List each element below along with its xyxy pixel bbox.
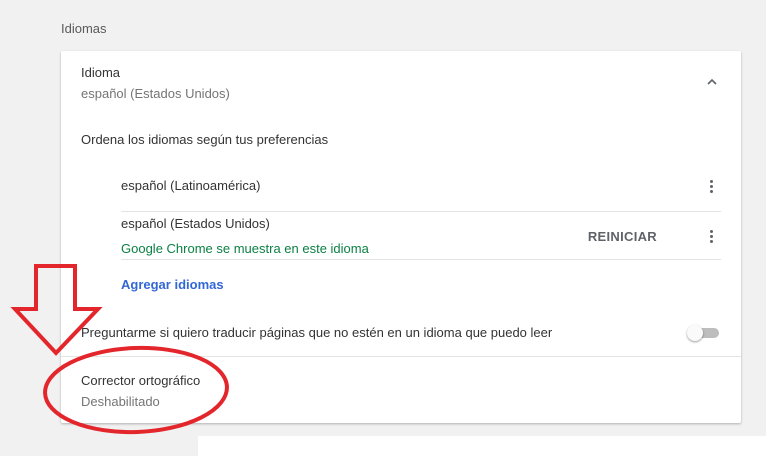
- page-background-strip: [198, 436, 766, 456]
- spellcheck-status: Deshabilitado: [81, 394, 160, 409]
- more-options-button[interactable]: [701, 176, 721, 196]
- language-name: español (Latinoamérica): [121, 178, 261, 193]
- languages-card: Idioma español (Estados Unidos) Ordena l…: [61, 51, 741, 423]
- spellcheck-title: Corrector ortográfico: [81, 373, 201, 388]
- language-title: Idioma: [81, 65, 121, 80]
- translate-toggle[interactable]: [687, 325, 719, 341]
- spellcheck-row[interactable]: Corrector ortográfico Deshabilitado: [81, 373, 200, 409]
- collapse-button[interactable]: [705, 75, 719, 89]
- section-title: Idiomas: [61, 21, 107, 36]
- settings-page: Idiomas Idioma español (Estados Unidos) …: [0, 0, 766, 456]
- add-languages-link[interactable]: Agregar idiomas: [121, 277, 224, 292]
- restart-button[interactable]: REINICIAR: [588, 229, 657, 244]
- translate-label: Preguntarme si quiero traducir páginas q…: [81, 325, 553, 340]
- language-list-item: español (Estados Unidos) Google Chrome s…: [121, 216, 721, 260]
- language-header[interactable]: Idioma español (Estados Unidos): [81, 65, 230, 101]
- language-current: español (Estados Unidos): [81, 86, 230, 101]
- language-list-item: español (Latinoamérica): [121, 178, 721, 212]
- more-vert-icon: [709, 229, 713, 233]
- toggle-knob: [687, 325, 703, 341]
- language-order-label: Ordena los idiomas según tus preferencia…: [81, 132, 329, 147]
- chevron-up-icon: [707, 78, 717, 85]
- more-vert-icon: [709, 179, 713, 183]
- more-options-button[interactable]: [701, 226, 721, 246]
- translate-setting-row: Preguntarme si quiero traducir páginas q…: [61, 309, 741, 357]
